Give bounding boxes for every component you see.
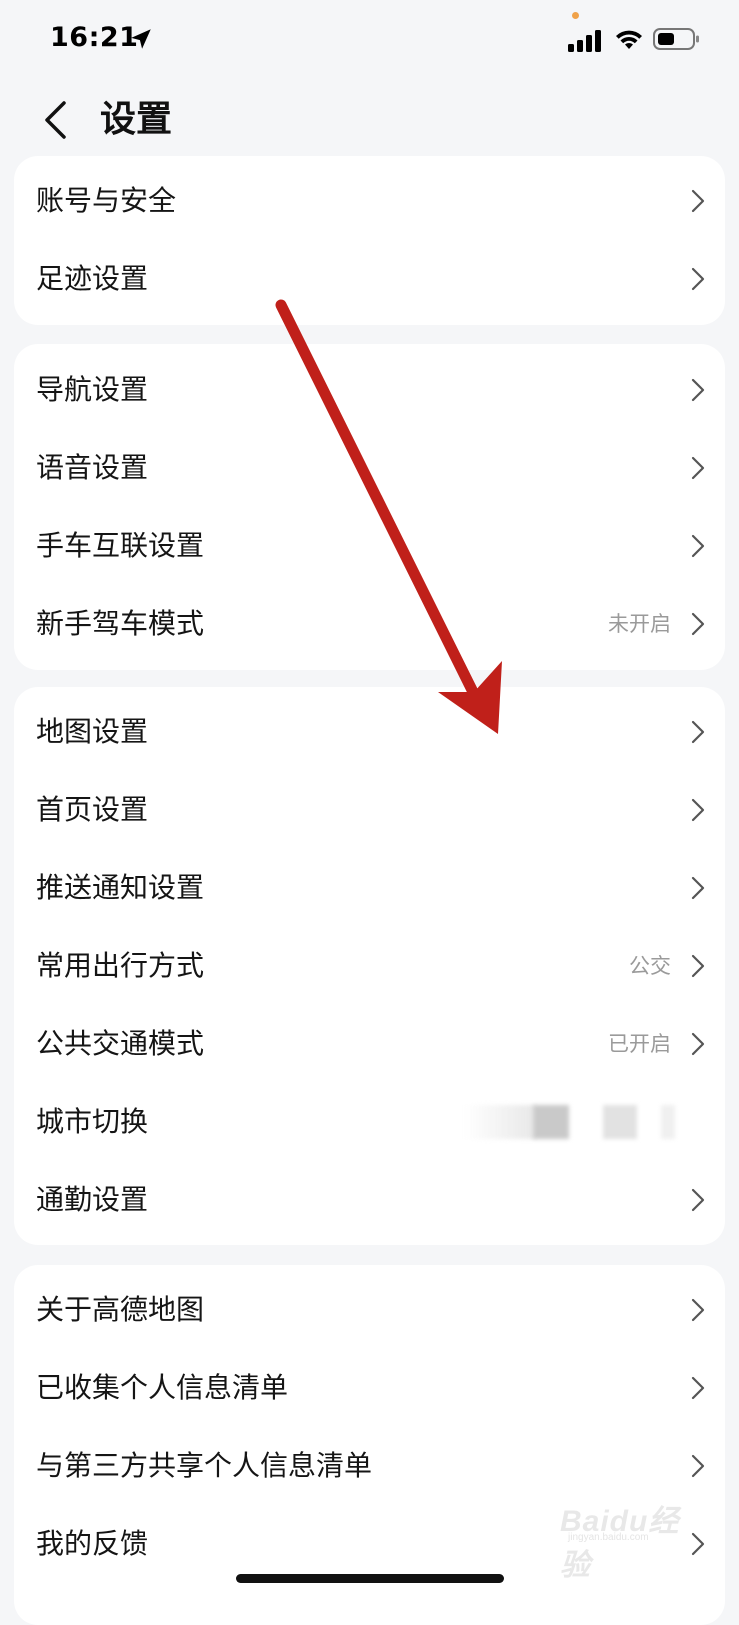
row-label: 导航设置 bbox=[36, 373, 149, 406]
watermark-sub: jingyan.baidu.com bbox=[568, 1532, 649, 1543]
settings-row[interactable]: 城市切换 bbox=[14, 1083, 725, 1161]
nav-header: 设置 bbox=[0, 85, 739, 155]
location-arrow-icon bbox=[131, 29, 151, 49]
row-label: 首页设置 bbox=[36, 793, 149, 826]
chevron-right-icon bbox=[691, 378, 705, 402]
row-label: 通勤设置 bbox=[36, 1183, 149, 1216]
settings-group-map: 地图设置 首页设置 推送通知设置 常用出行方式 公交 公共交通模式 已开启 城市… bbox=[14, 687, 725, 1245]
signal-icon bbox=[568, 30, 601, 52]
status-time: 16:21 bbox=[50, 22, 139, 53]
row-label: 关于高德地图 bbox=[36, 1293, 205, 1326]
settings-row[interactable]: 通勤设置 bbox=[14, 1161, 725, 1239]
settings-group-navigation: 导航设置 语音设置 手车互联设置 新手驾车模式 未开启 bbox=[14, 344, 725, 670]
chevron-right-icon bbox=[691, 1454, 705, 1478]
settings-row[interactable]: 地图设置 bbox=[14, 693, 725, 771]
chevron-right-icon bbox=[691, 267, 705, 291]
row-label: 地图设置 bbox=[36, 715, 149, 748]
row-label: 我的反馈 bbox=[36, 1527, 149, 1560]
status-bar: 16:21 bbox=[0, 0, 739, 80]
settings-row[interactable]: 手车互联设置 bbox=[14, 507, 725, 585]
chevron-right-icon bbox=[691, 954, 705, 978]
battery-icon bbox=[653, 28, 699, 50]
chevron-right-icon bbox=[691, 456, 705, 480]
row-label: 新手驾车模式 bbox=[36, 607, 205, 640]
settings-row[interactable]: 公共交通模式 已开启 bbox=[14, 1005, 725, 1083]
chevron-right-icon bbox=[691, 720, 705, 744]
baidu-watermark: Baidu经验 jingyan.baidu.com bbox=[560, 1486, 710, 1582]
row-value: 已开启 bbox=[608, 1032, 671, 1056]
row-value: 公交 bbox=[629, 954, 671, 978]
chevron-right-icon bbox=[691, 1188, 705, 1212]
row-label: 语音设置 bbox=[36, 451, 149, 484]
row-label: 与第三方共享个人信息清单 bbox=[36, 1449, 373, 1482]
redacted-value bbox=[465, 1105, 695, 1139]
settings-group-account: 账号与安全 足迹设置 bbox=[14, 156, 725, 325]
settings-row[interactable]: 新手驾车模式 未开启 bbox=[14, 585, 725, 663]
chevron-left-icon bbox=[45, 101, 66, 139]
row-label: 手车互联设置 bbox=[36, 529, 205, 562]
chevron-right-icon bbox=[691, 1298, 705, 1322]
settings-row[interactable]: 常用出行方式 公交 bbox=[14, 927, 725, 1005]
chevron-right-icon bbox=[691, 189, 705, 213]
row-label: 公共交通模式 bbox=[36, 1027, 205, 1060]
chevron-right-icon bbox=[691, 612, 705, 636]
row-label: 账号与安全 bbox=[36, 184, 177, 217]
row-label: 已收集个人信息清单 bbox=[36, 1371, 289, 1404]
back-button[interactable] bbox=[32, 95, 78, 145]
row-label: 常用出行方式 bbox=[36, 949, 205, 982]
camera-indicator-dot bbox=[572, 12, 579, 19]
row-value: 未开启 bbox=[608, 612, 671, 636]
settings-row[interactable]: 语音设置 bbox=[14, 429, 725, 507]
chevron-right-icon bbox=[691, 876, 705, 900]
chevron-right-icon bbox=[691, 1032, 705, 1056]
chevron-right-icon bbox=[691, 1376, 705, 1400]
settings-row[interactable]: 导航设置 bbox=[14, 351, 725, 429]
settings-row[interactable]: 已收集个人信息清单 bbox=[14, 1349, 725, 1427]
settings-row[interactable]: 足迹设置 bbox=[14, 240, 725, 318]
settings-row[interactable]: 关于高德地图 bbox=[14, 1271, 725, 1349]
row-label: 城市切换 bbox=[36, 1105, 149, 1138]
wifi-icon bbox=[616, 30, 642, 49]
settings-row[interactable]: 首页设置 bbox=[14, 771, 725, 849]
chevron-right-icon bbox=[691, 534, 705, 558]
settings-row[interactable]: 账号与安全 bbox=[14, 162, 725, 240]
row-label: 足迹设置 bbox=[36, 262, 149, 295]
page-title: 设置 bbox=[100, 99, 173, 140]
home-indicator[interactable] bbox=[236, 1574, 504, 1583]
row-label: 推送通知设置 bbox=[36, 871, 205, 904]
chevron-right-icon bbox=[691, 798, 705, 822]
settings-row[interactable]: 推送通知设置 bbox=[14, 849, 725, 927]
